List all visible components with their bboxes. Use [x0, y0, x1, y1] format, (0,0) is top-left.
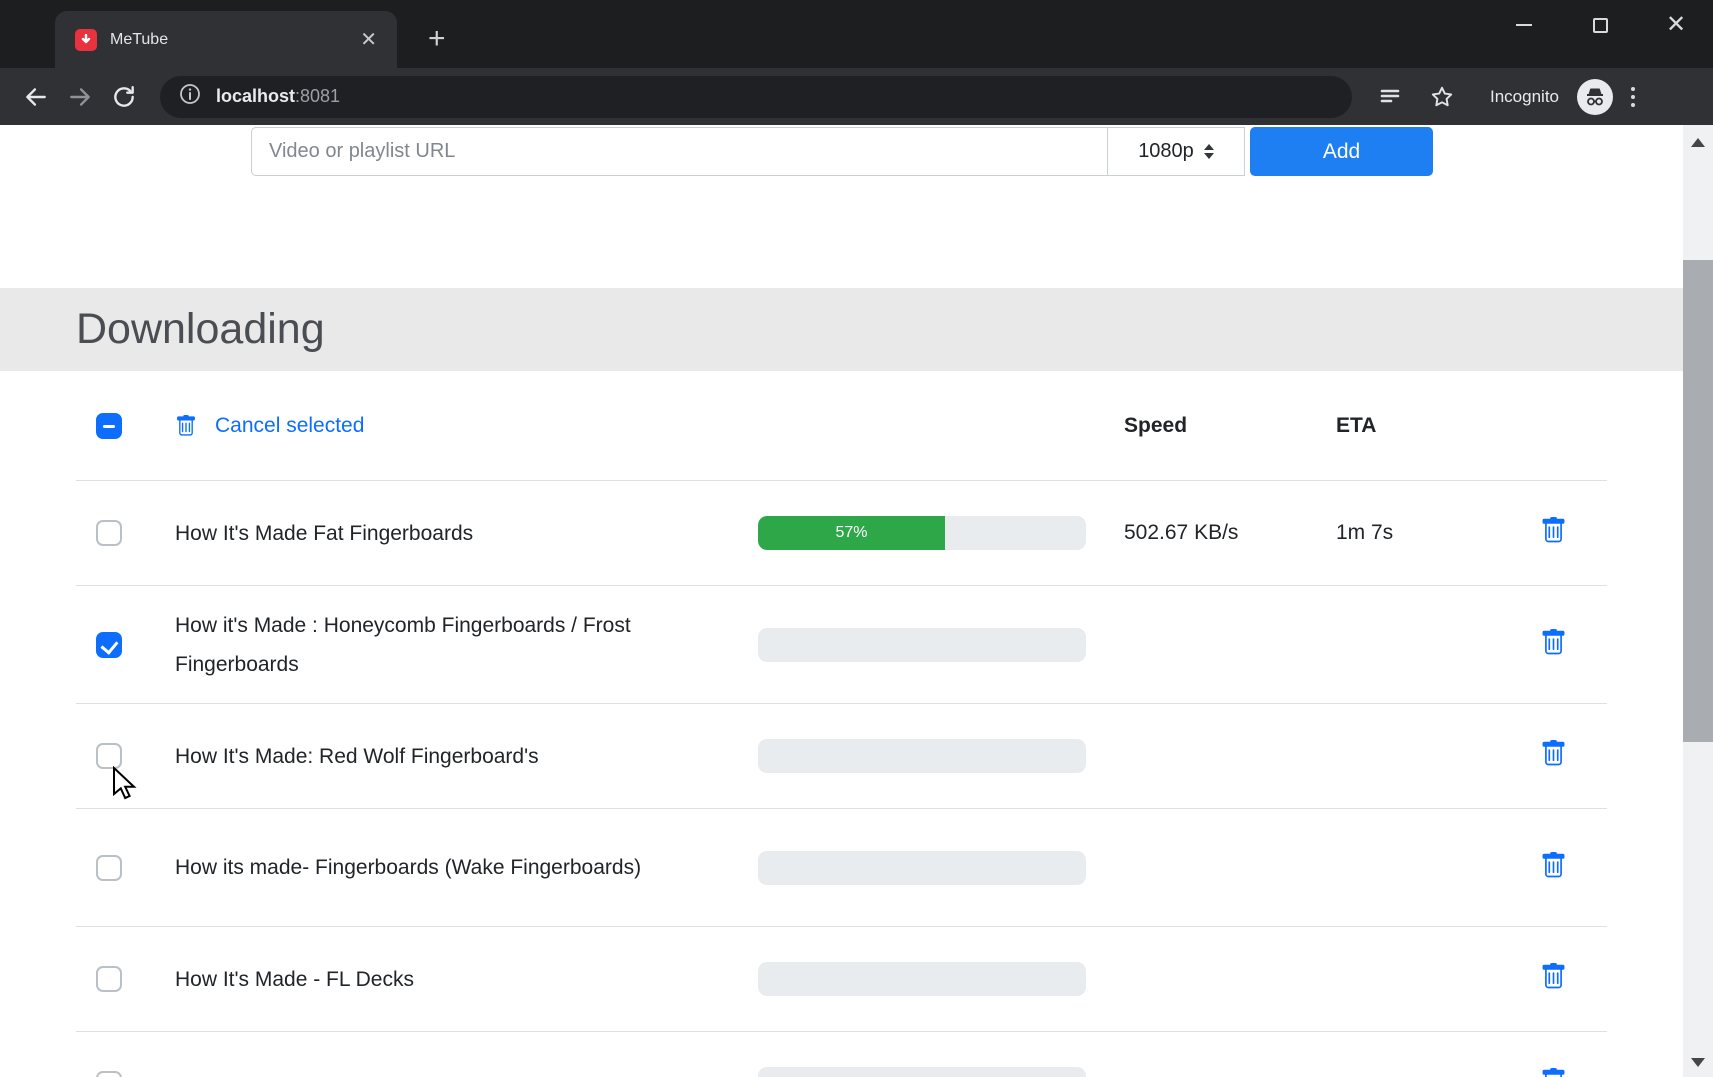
- url-text: localhost:8081: [216, 86, 340, 107]
- new-tab-button[interactable]: +: [428, 24, 446, 54]
- progress-bar: [758, 628, 1086, 662]
- row-checkbox[interactable]: [96, 632, 122, 658]
- table-row: How its made- Fingerboards (Wake Fingerb…: [76, 809, 1607, 927]
- section-title: Downloading: [76, 305, 325, 354]
- eta-column-header: ETA: [1336, 414, 1540, 438]
- delete-download-button[interactable]: [1540, 852, 1567, 879]
- address-bar[interactable]: localhost:8081: [160, 76, 1352, 118]
- add-download-form: 1080p Add: [251, 127, 1683, 176]
- menu-dots-icon[interactable]: [1631, 87, 1635, 107]
- download-eta: 1m 7s: [1336, 521, 1540, 545]
- mouse-cursor: [112, 766, 138, 800]
- delete-download-button[interactable]: [1540, 740, 1567, 767]
- metube-favicon-icon: [75, 29, 97, 51]
- progress-fill: 57%: [758, 516, 945, 550]
- reading-list-icon[interactable]: [1368, 85, 1412, 109]
- row-checkbox[interactable]: [96, 1071, 122, 1077]
- progress-bar: [758, 962, 1086, 996]
- row-checkbox[interactable]: [96, 855, 122, 881]
- scroll-up-icon[interactable]: [1683, 127, 1713, 157]
- maximize-button[interactable]: [1585, 10, 1615, 40]
- cancel-selected-button[interactable]: Cancel selected: [175, 406, 688, 445]
- incognito-avatar-icon[interactable]: [1577, 79, 1613, 115]
- scrollbar-thumb[interactable]: [1683, 260, 1713, 742]
- back-icon[interactable]: [14, 84, 58, 110]
- add-button[interactable]: Add: [1250, 127, 1433, 176]
- browser-tab[interactable]: MeTube ✕: [55, 11, 397, 68]
- video-url-input[interactable]: [251, 127, 1108, 176]
- row-checkbox[interactable]: [96, 520, 122, 546]
- speed-column-header: Speed: [1086, 414, 1336, 438]
- table-row: How It's Made Fat Fingerboards 57% 502.6…: [76, 481, 1607, 586]
- minimize-button[interactable]: [1509, 10, 1539, 40]
- row-checkbox[interactable]: [96, 966, 122, 992]
- table-row: How it's Made : Honeycomb Fingerboards /…: [76, 586, 1607, 704]
- progress-bar: [758, 851, 1086, 885]
- table-header-row: Cancel selected Speed ETA: [76, 371, 1607, 481]
- close-button[interactable]: ✕: [1661, 10, 1691, 40]
- tab-title: MeTube: [110, 31, 354, 49]
- scroll-down-icon[interactable]: [1683, 1047, 1713, 1077]
- page-scrollbar[interactable]: [1683, 125, 1713, 1077]
- table-row: [76, 1032, 1607, 1077]
- forward-icon[interactable]: [58, 84, 102, 110]
- delete-download-button[interactable]: [1540, 963, 1567, 990]
- delete-download-button[interactable]: [1540, 517, 1567, 544]
- downloading-section-header: Downloading: [0, 288, 1683, 371]
- download-title: How It's Made Fat Fingerboards: [122, 514, 758, 553]
- select-arrows-icon: [1204, 144, 1214, 159]
- progress-label: 57%: [835, 524, 867, 542]
- delete-download-button[interactable]: [1540, 629, 1567, 656]
- delete-download-button[interactable]: [1540, 1068, 1567, 1077]
- page-info-icon[interactable]: [178, 82, 202, 111]
- table-row: How It's Made - FL Decks: [76, 927, 1607, 1032]
- download-title: How It's Made: Red Wolf Fingerboard's: [122, 737, 758, 776]
- download-title: How It's Made - FL Decks: [122, 960, 758, 999]
- select-all-checkbox[interactable]: [96, 413, 122, 439]
- downloads-table: Cancel selected Speed ETA How It's Made …: [76, 371, 1607, 1077]
- quality-select[interactable]: 1080p: [1108, 127, 1245, 176]
- browser-toolbar: localhost:8081 Incognito: [0, 68, 1713, 125]
- progress-bar: [758, 1067, 1086, 1077]
- download-rows: How It's Made Fat Fingerboards 57% 502.6…: [76, 481, 1607, 1077]
- table-row: How It's Made: Red Wolf Fingerboard's: [76, 704, 1607, 809]
- download-speed: 502.67 KB/s: [1086, 521, 1336, 545]
- tab-close-icon[interactable]: ✕: [354, 28, 383, 52]
- progress-bar: 57%: [758, 516, 1086, 550]
- tab-strip: MeTube ✕ + ✕: [0, 0, 1713, 68]
- incognito-label: Incognito: [1490, 87, 1559, 107]
- progress-bar: [758, 739, 1086, 773]
- download-title: How its made- Fingerboards (Wake Fingerb…: [122, 848, 758, 887]
- download-title: How it's Made : Honeycomb Fingerboards /…: [122, 606, 758, 684]
- quality-value: 1080p: [1138, 140, 1194, 163]
- trash-icon: [175, 415, 197, 437]
- reload-icon[interactable]: [102, 84, 146, 110]
- browser-window: MeTube ✕ + ✕ localhost:8081: [0, 0, 1713, 1077]
- bookmark-star-icon[interactable]: [1420, 84, 1464, 110]
- page-content: 1080p Add Downloading Cancel selected: [0, 125, 1683, 1077]
- cancel-selected-label: Cancel selected: [215, 406, 364, 445]
